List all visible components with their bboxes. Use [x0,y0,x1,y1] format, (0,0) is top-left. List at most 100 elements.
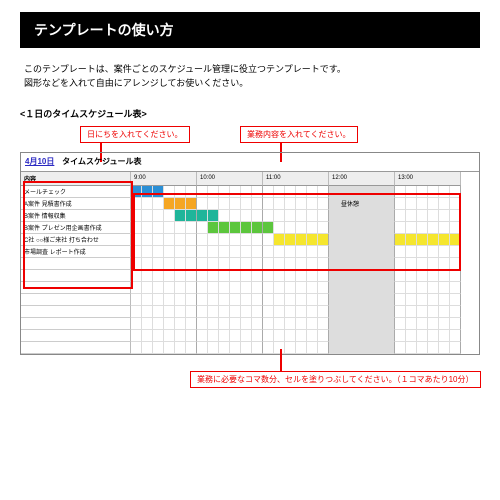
grid-cell [164,234,175,246]
grid-cell [131,342,142,354]
grid-cell [142,270,153,282]
grid-cell [307,342,318,354]
grid-cell [241,234,252,246]
col-header-time: 11:00 [263,172,329,186]
grid-cell [285,306,296,318]
grid-cell [307,222,318,234]
grid-cell [406,342,417,354]
grid-cell [373,198,384,210]
task-row-label [21,294,131,306]
grid-cell [417,198,428,210]
grid-cell [439,186,450,198]
grid-cell [373,246,384,258]
grid-cell [285,246,296,258]
grid-cell [450,186,461,198]
page-title: テンプレートの使い方 [20,12,480,48]
grid-cell [153,294,164,306]
grid-cell [439,222,450,234]
grid-cell [175,294,186,306]
grid-cell [428,306,439,318]
grid-cell [164,294,175,306]
grid-cell [318,210,329,222]
task-row-label: B案件 プレゼン用企画書作成 [21,222,131,234]
grid-cell [340,234,351,246]
grid-cell [307,282,318,294]
grid-cell [197,246,208,258]
grid-cell [340,342,351,354]
grid-cell [175,186,186,198]
grid-cell [175,198,186,210]
grid-cell [329,306,340,318]
grid-cell [450,234,461,246]
grid-cell [384,282,395,294]
grid-cell [186,270,197,282]
grid-cell [362,306,373,318]
grid-cell [230,246,241,258]
grid-cell [285,330,296,342]
grid-cell [164,222,175,234]
grid-cell [362,246,373,258]
grid-cell [153,186,164,198]
grid-cell [186,234,197,246]
grid-cell [329,294,340,306]
grid-cell [417,294,428,306]
grid-cell [230,318,241,330]
grid-cell [439,318,450,330]
grid-cell [362,186,373,198]
grid-cell [230,282,241,294]
grid-cell [428,318,439,330]
grid-cell [263,342,274,354]
grid-cell [153,246,164,258]
grid-cell [197,282,208,294]
grid-cell [439,282,450,294]
grid-cell [241,198,252,210]
grid-cell [252,186,263,198]
grid-cell [373,306,384,318]
grid-cell [186,330,197,342]
grid-cell [263,318,274,330]
grid-cell [197,234,208,246]
grid-cell [450,306,461,318]
grid-cell [131,198,142,210]
grid-cell [417,282,428,294]
grid-cell [175,318,186,330]
grid-cell [241,318,252,330]
grid-cell [439,270,450,282]
grid-cell [131,210,142,222]
grid-cell [340,330,351,342]
grid-cell [142,186,153,198]
grid-cell [395,318,406,330]
grid-cell [263,258,274,270]
task-row-label: C社 ○○様ご来社 打ち合わせ [21,234,131,246]
col-header-time: 9:00 [131,172,197,186]
grid-cell [395,222,406,234]
grid-cell [208,246,219,258]
grid-cell [131,330,142,342]
grid-cell [197,318,208,330]
grid-cell [164,210,175,222]
grid-cell [318,186,329,198]
grid-cell [274,294,285,306]
grid-cell [428,282,439,294]
grid-cell [241,342,252,354]
grid-cell [373,342,384,354]
grid-cell [439,198,450,210]
callout-line [280,349,282,373]
grid-cell [351,258,362,270]
grid-cell [395,258,406,270]
grid-cell [186,294,197,306]
grid-cell [373,258,384,270]
grid-cell [252,330,263,342]
grid-cell [428,342,439,354]
grid-cell [175,342,186,354]
grid-cell [417,186,428,198]
grid-cell [252,222,263,234]
grid-cell [219,198,230,210]
lunch-label: 昼休憩 [341,199,359,208]
grid-cell [406,330,417,342]
grid-cell [417,342,428,354]
grid-cell [450,198,461,210]
grid-cell [439,258,450,270]
callout-row: 日にちを入れてください。 業務内容を入れてください。 [20,126,480,152]
grid-cell [252,342,263,354]
